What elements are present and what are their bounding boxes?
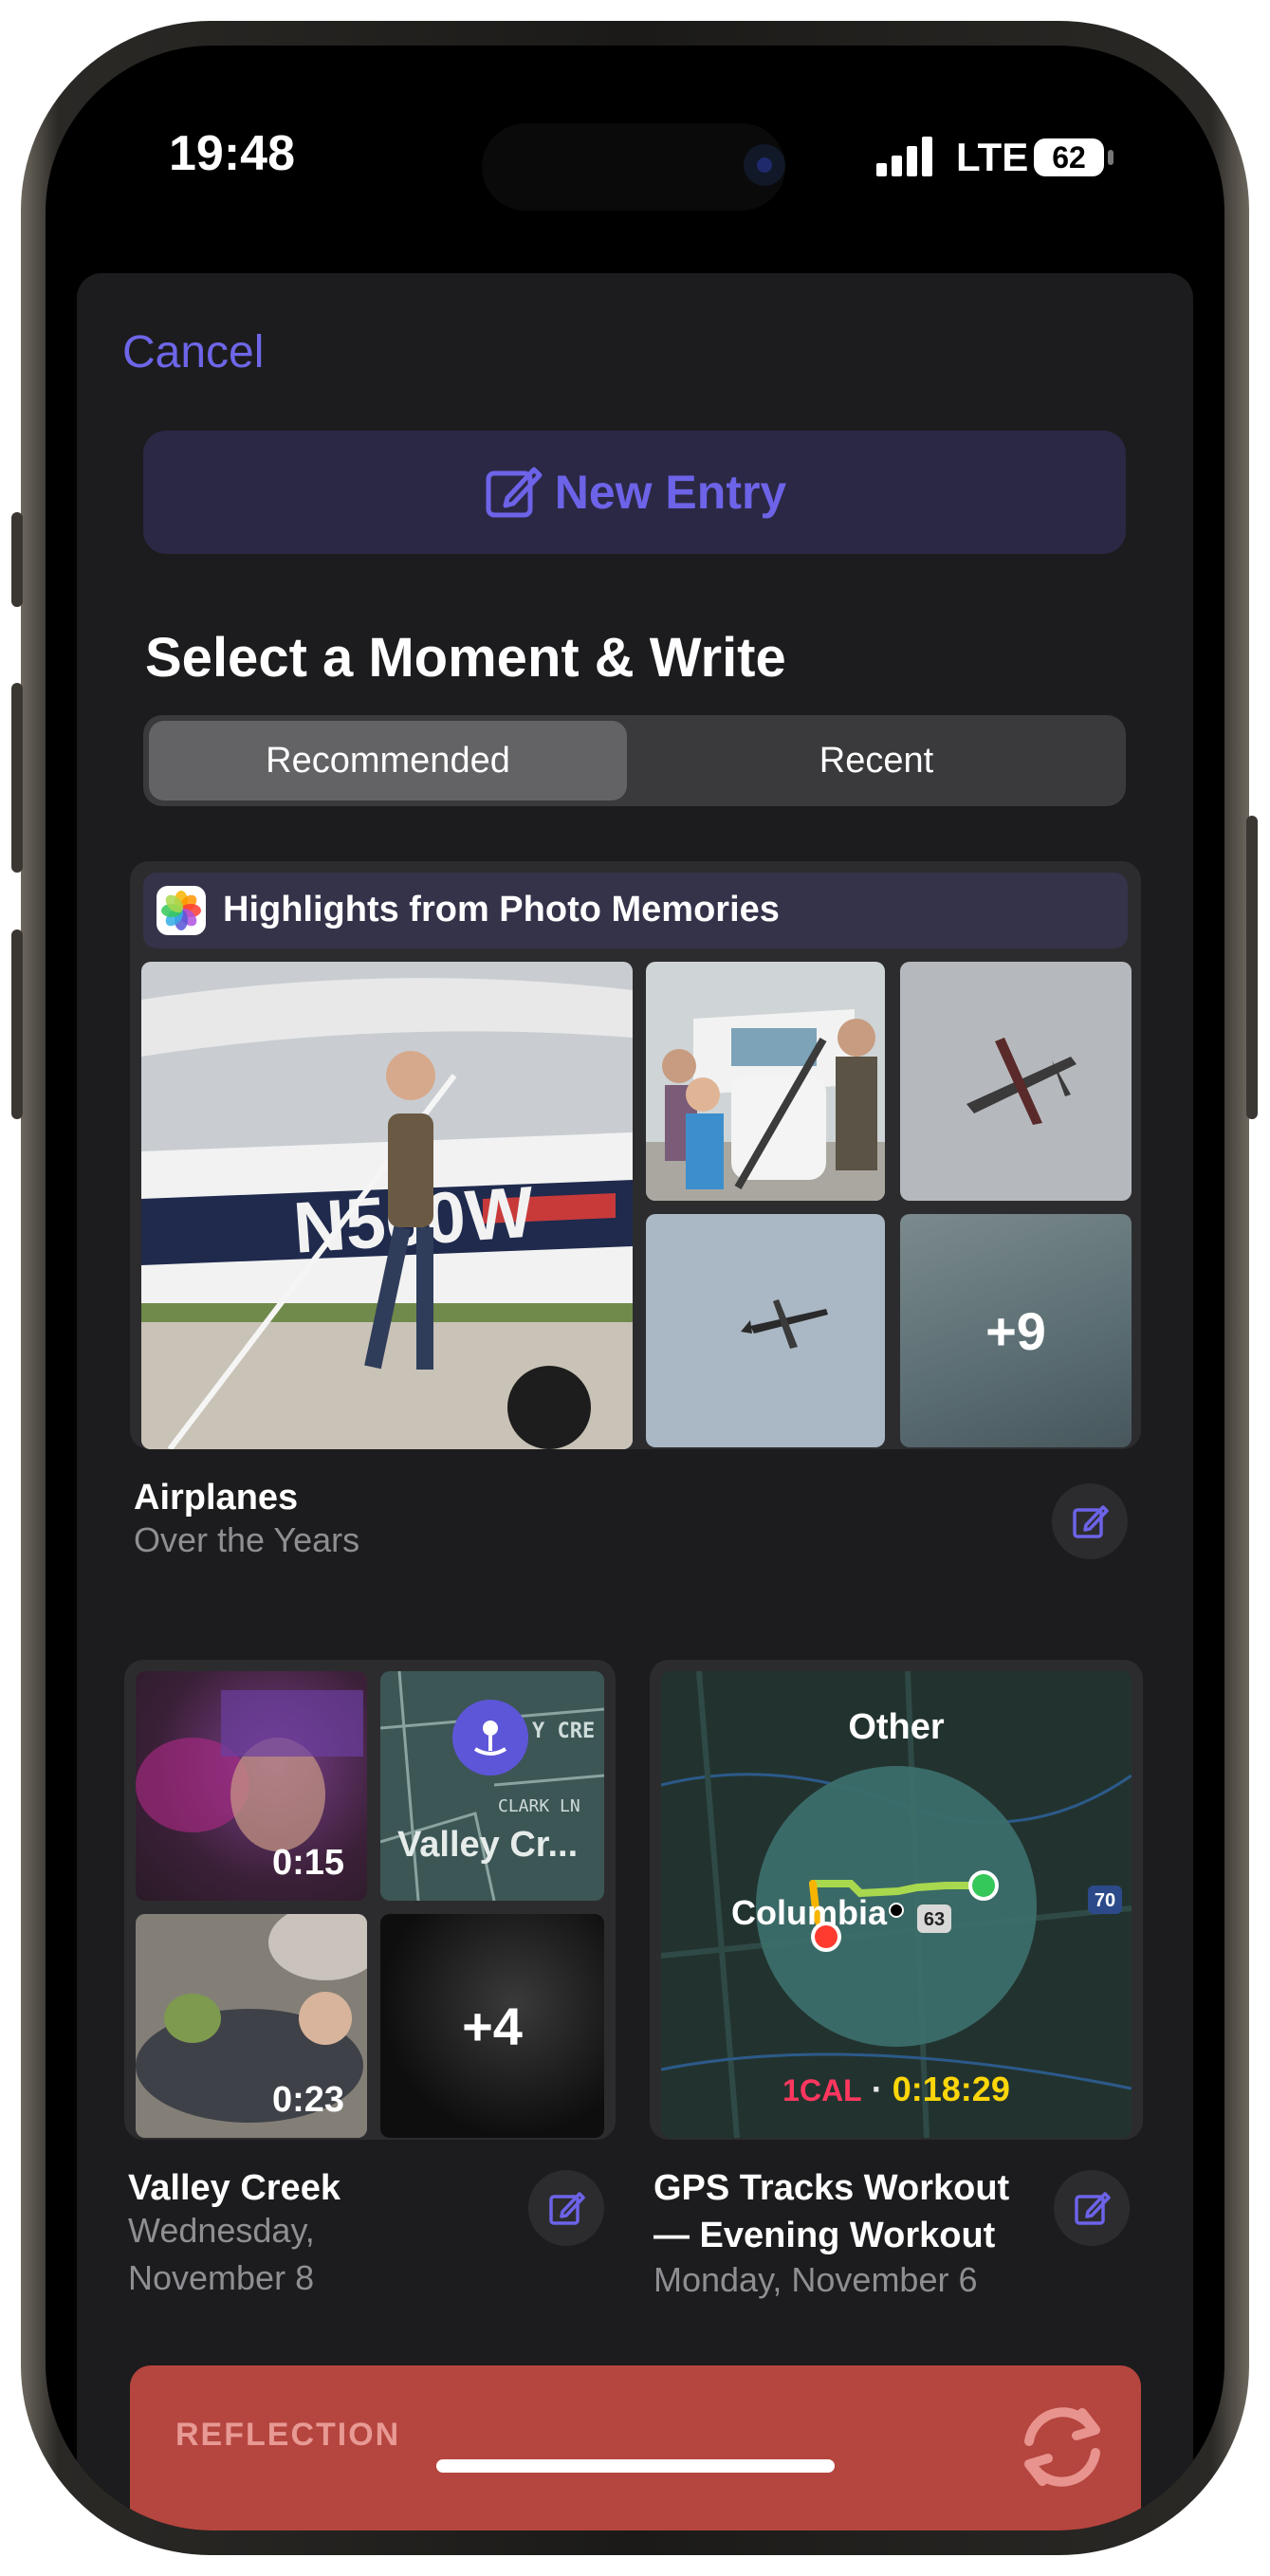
battery-icon: 62	[1034, 138, 1104, 176]
video-thumbnail-2[interactable]: 0:23	[136, 1914, 367, 2138]
power-button	[1246, 816, 1258, 1119]
memories-edit-button[interactable]	[1052, 1483, 1128, 1559]
photos-app-icon	[156, 886, 206, 935]
workout-title-line1: GPS Tracks Workout	[653, 2168, 1010, 2208]
dynamic-island	[482, 123, 785, 211]
video-duration-2: 0:23	[271, 2080, 344, 2120]
signal-icon	[876, 135, 933, 176]
more-photos-count: +9	[985, 1300, 1046, 1361]
valley-creek-card[interactable]: 0:15 Y CRE CLARK LN Valley Cr... 0:23 +4	[124, 1660, 616, 2140]
home-indicator[interactable]	[436, 2459, 835, 2473]
workout-title-line2: — Evening Workout	[653, 2216, 996, 2255]
memories-header-label: Highlights from Photo Memories	[223, 890, 780, 929]
compose-icon	[549, 2192, 585, 2225]
map-street-label: Y CRE	[532, 1720, 595, 1743]
volume-down-button	[11, 929, 23, 1119]
new-entry-sheet: Cancel New Entry Select a Moment & Write…	[77, 273, 1193, 2530]
map-city-label: Columbia	[731, 1893, 888, 1932]
memories-subtitle: Over the Years	[134, 1520, 360, 1559]
location-map-thumbnail[interactable]: Y CRE CLARK LN Valley Cr...	[380, 1671, 604, 1901]
airplane-photo-family[interactable]	[646, 962, 885, 1201]
memories-title: Airplanes	[134, 1478, 299, 1518]
workout-stats: 1CAL · 0:18:29	[661, 2070, 1132, 2109]
reflection-card[interactable]: REFLECTION	[130, 2365, 1141, 2530]
refresh-icon[interactable]	[1010, 2394, 1114, 2503]
workout-date: Monday, November 6	[653, 2260, 978, 2299]
more-items-count: +4	[462, 1996, 523, 2056]
stats-separator: ·	[871, 2070, 883, 2108]
volume-up-button	[11, 683, 23, 873]
airplane-photo-large[interactable]: N560W	[141, 962, 633, 1449]
valley-creek-edit-button[interactable]	[528, 2170, 604, 2246]
section-title: Select a Moment & Write	[145, 627, 786, 689]
workout-edit-button[interactable]	[1054, 2170, 1130, 2246]
photo-memories-card[interactable]: Highlights from Photo Memories N560W	[130, 861, 1141, 1449]
workout-duration: 0:18:29	[892, 2070, 1010, 2108]
new-entry-label: New Entry	[554, 466, 787, 519]
valley-creek-title: Valley Creek	[128, 2168, 341, 2208]
battery-tip	[1108, 150, 1114, 165]
workout-route-map[interactable]: 63 70 Other Columbia 1CAL · 0:18:29	[661, 1671, 1132, 2138]
location-label: Valley Cr...	[397, 1825, 579, 1865]
reflection-label: REFLECTION	[175, 2417, 401, 2453]
map-street-label-2: CLARK LN	[498, 1796, 580, 1816]
video-thumbnail-1[interactable]: 0:15	[136, 1671, 367, 1901]
memories-header: Highlights from Photo Memories	[143, 873, 1128, 948]
workout-calories: 1CAL	[782, 2073, 862, 2107]
more-photos-tile[interactable]: +9	[900, 1214, 1132, 1447]
cancel-button[interactable]: Cancel	[122, 326, 264, 378]
valley-creek-date-line1: Wednesday,	[128, 2211, 315, 2250]
network-label: LTE	[956, 135, 1029, 179]
more-items-tile[interactable]: +4	[380, 1914, 604, 2138]
new-entry-button[interactable]: New Entry	[143, 431, 1126, 554]
airplane-photo-sky-1[interactable]	[900, 962, 1132, 1201]
route-63-badge: 63	[924, 1909, 945, 1930]
segmented-control: Recommended Recent	[143, 715, 1126, 806]
front-camera	[744, 144, 785, 186]
compose-icon	[486, 467, 543, 518]
tab-recent[interactable]: Recent	[633, 721, 1120, 800]
tab-recommended[interactable]: Recommended	[149, 721, 627, 800]
route-70-badge: 70	[1095, 1890, 1115, 1911]
status-time: 19:48	[169, 126, 295, 181]
map-title: Other	[848, 1707, 945, 1747]
location-pin-icon	[452, 1700, 528, 1776]
video-duration-1: 0:15	[271, 1843, 344, 1883]
compose-icon	[1075, 2192, 1111, 2225]
screen: 19:48 LTE 62 Cancel New Entry Select a M…	[46, 46, 1224, 2530]
valley-creek-date-line2: November 8	[128, 2258, 315, 2297]
workout-card[interactable]: 63 70 Other Columbia 1CAL · 0:18:29	[650, 1660, 1143, 2140]
compose-icon	[1073, 1505, 1109, 1538]
airplane-photo-sky-2[interactable]	[646, 1214, 885, 1447]
action-button	[11, 512, 23, 607]
